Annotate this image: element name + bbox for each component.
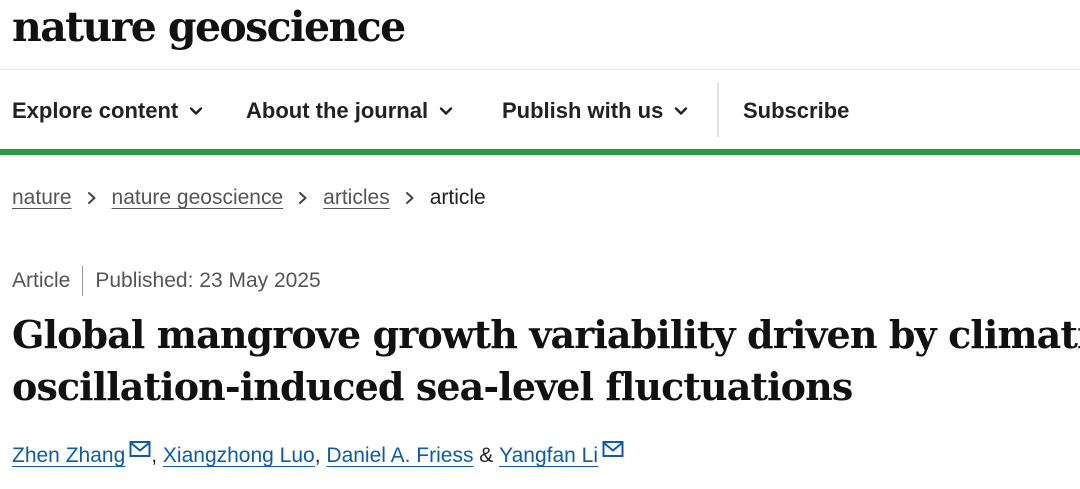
breadcrumb-nature[interactable]: nature: [12, 186, 72, 210]
nav-about-the-journal[interactable]: About the journal: [246, 98, 454, 124]
author-link[interactable]: Zhen Zhang: [12, 444, 125, 468]
article-title: Global mangrove growth variability drive…: [12, 309, 1080, 413]
author-separator: ,: [314, 444, 327, 467]
chevron-right-icon: [87, 192, 96, 204]
author-link[interactable]: Daniel A. Friess: [326, 444, 473, 468]
article-meta: Article Published: 23 May 2025: [12, 266, 321, 296]
published-date: Published: 23 May 2025: [95, 269, 321, 292]
article-title-line: Global mangrove growth variability drive…: [12, 312, 1080, 357]
author-link[interactable]: Xiangzhong Luo: [163, 444, 315, 468]
nav-item-label: Explore content: [12, 98, 179, 123]
breadcrumb-articles[interactable]: articles: [323, 186, 390, 210]
chevron-down-icon: [675, 107, 688, 115]
chevron-right-icon: [299, 192, 307, 204]
author-list: Zhen Zhang , Xiangzhong Luo , Daniel A. …: [12, 441, 624, 468]
nav-divider: [717, 83, 719, 137]
article-type: Article: [12, 269, 71, 292]
nav-item-label: About the journal: [246, 98, 429, 123]
nav-publish-with-us[interactable]: Publish with us: [502, 98, 689, 124]
breadcrumb: nature nature geoscience articles articl…: [12, 186, 486, 210]
chevron-down-icon: [190, 107, 203, 115]
accent-rule: [0, 149, 1080, 155]
main-nav: Explore content About the journal Publis…: [0, 70, 1080, 149]
breadcrumb-current: article: [429, 186, 486, 209]
chevron-right-icon: [405, 192, 414, 204]
subscribe-link[interactable]: Subscribe: [743, 98, 849, 124]
site-header: nature geoscience: [0, 0, 1080, 70]
nav-item-label: Publish with us: [502, 98, 664, 123]
mail-icon[interactable]: [602, 440, 624, 458]
nav-explore-content[interactable]: Explore content: [12, 98, 204, 124]
breadcrumb-nature-geoscience[interactable]: nature geoscience: [112, 186, 284, 210]
article-title-line: oscillation-induced sea-level fluctuatio…: [12, 364, 853, 409]
author-separator: ,: [151, 444, 163, 467]
author-link[interactable]: Yangfan Li: [499, 444, 598, 468]
chevron-down-icon: [439, 107, 453, 115]
mail-icon[interactable]: [129, 440, 151, 458]
meta-divider: [82, 266, 84, 296]
author-separator: &: [473, 444, 500, 467]
journal-logo[interactable]: nature geoscience: [12, 4, 406, 50]
